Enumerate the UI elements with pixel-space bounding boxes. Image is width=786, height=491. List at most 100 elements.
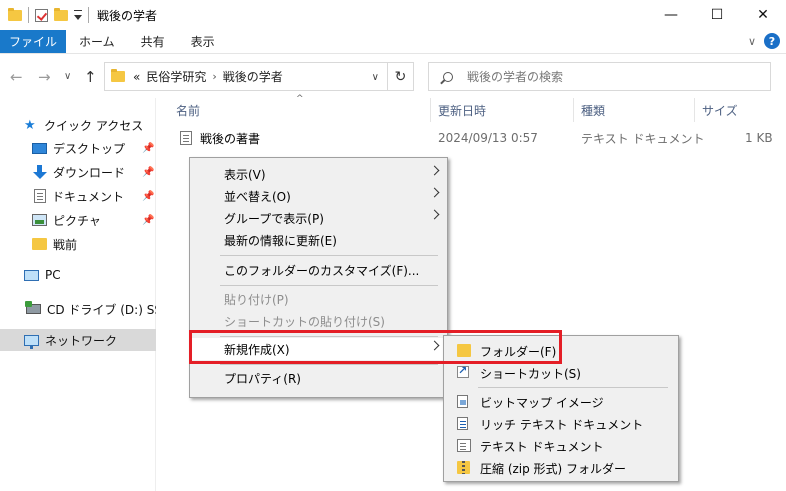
sidebar-item-pictures[interactable]: ピクチャ 📌: [0, 209, 156, 231]
sidebar-item-downloads[interactable]: ダウンロード 📌: [0, 161, 156, 183]
sidebar-item-label: デスクトップ: [53, 141, 126, 156]
column-header-size[interactable]: サイズ: [702, 98, 738, 122]
chevron-right-icon: [429, 165, 440, 176]
shortcut-icon: [457, 364, 469, 378]
submenu-item-new-bitmap[interactable]: ビットマップ イメージ: [445, 391, 677, 413]
submenu-item-label: ショートカット(S): [480, 366, 581, 381]
sidebar-item-quick-access[interactable]: ★ クイック アクセス: [0, 114, 156, 136]
address-dropdown-icon[interactable]: ∨: [372, 72, 379, 83]
file-size: 1 KB: [745, 131, 773, 145]
menu-item-label: プロパティ(R): [224, 371, 301, 386]
column-header-modified[interactable]: 更新日時: [438, 98, 486, 122]
submenu-item-new-folder[interactable]: フォルダー(F): [445, 340, 677, 362]
customize-toolbar-button[interactable]: [74, 10, 82, 20]
navigation-bar: ← → ∨ ↑ « 民俗学研究 › 戦後の学者 ∨ ↻ 戦後の学者の検索: [0, 53, 786, 98]
submenu-item-label: 圧縮 (zip 形式) フォルダー: [480, 461, 627, 476]
star-icon: ★: [24, 117, 36, 133]
folder-icon: [32, 238, 47, 250]
sidebar-item-label: ネットワーク: [45, 333, 118, 348]
search-input[interactable]: 戦後の学者の検索: [467, 68, 563, 85]
search-box[interactable]: 戦後の学者の検索: [428, 62, 771, 91]
file-name-cell[interactable]: 戦後の著書: [180, 127, 260, 149]
menu-item-label: このフォルダーのカスタマイズ(F)...: [224, 263, 420, 278]
new-submenu: フォルダー(F) ショートカット(S) ビットマップ イメージ リッチ テキスト…: [443, 335, 679, 482]
sidebar-item-documents[interactable]: ドキュメント 📌: [0, 185, 156, 207]
tab-home[interactable]: ホーム: [66, 30, 128, 53]
breadcrumb-separator[interactable]: ›: [212, 70, 216, 83]
sidebar-item-senzen[interactable]: 戦前: [0, 233, 156, 255]
menu-item-paste: 貼り付け(P): [191, 288, 446, 310]
breadcrumb-item[interactable]: 戦後の学者: [223, 68, 283, 85]
menu-item-group-by[interactable]: グループで表示(P): [191, 207, 446, 229]
menu-item-new[interactable]: 新規作成(X): [191, 338, 446, 360]
sidebar-item-pc[interactable]: PC: [0, 264, 156, 286]
window-title: 戦後の学者: [97, 8, 158, 23]
menu-item-label: ショートカットの貼り付け(S): [224, 314, 385, 329]
menu-divider: [220, 336, 438, 337]
menu-item-label: 貼り付け(P): [224, 292, 289, 307]
folder-icon: [111, 69, 125, 82]
pin-icon[interactable]: 📌: [142, 143, 154, 154]
column-divider[interactable]: [694, 98, 695, 122]
tab-file[interactable]: ファイル: [0, 30, 67, 53]
quick-access-toolbar: [0, 0, 89, 30]
submenu-item-new-text-document[interactable]: テキスト ドキュメント: [445, 435, 677, 457]
pin-icon[interactable]: 📌: [142, 215, 154, 226]
submenu-item-new-shortcut[interactable]: ショートカット(S): [445, 362, 677, 384]
forward-button[interactable]: →: [38, 68, 51, 86]
folder-icon: [8, 7, 22, 21]
sidebar-item-label: PC: [45, 268, 61, 282]
sidebar-item-desktop[interactable]: デスクトップ 📌: [0, 137, 156, 159]
column-divider[interactable]: [573, 98, 574, 122]
submenu-item-label: リッチ テキスト ドキュメント: [480, 417, 644, 432]
download-icon: [32, 165, 47, 179]
chevron-right-icon: [429, 209, 440, 220]
sidebar-item-label: ドキュメント: [52, 189, 125, 204]
recent-locations-button[interactable]: ∨: [64, 71, 71, 82]
menu-item-paste-shortcut: ショートカットの貼り付け(S): [191, 310, 446, 332]
address-bar[interactable]: « 民俗学研究 › 戦後の学者 ∨: [104, 62, 388, 91]
pin-icon[interactable]: 📌: [142, 167, 154, 178]
back-button[interactable]: ←: [10, 68, 23, 86]
help-icon[interactable]: ?: [764, 33, 780, 49]
close-button[interactable]: ✕: [740, 0, 786, 30]
minimize-button[interactable]: —: [648, 0, 694, 30]
sidebar-item-network[interactable]: ネットワーク: [0, 329, 156, 351]
cd-drive-icon: [25, 301, 41, 314]
menu-item-refresh[interactable]: 最新の情報に更新(E): [191, 229, 446, 251]
text-document-icon: [180, 131, 192, 145]
column-header-name[interactable]: 名前: [176, 98, 200, 122]
submenu-item-new-rich-text[interactable]: リッチ テキスト ドキュメント: [445, 413, 677, 435]
menu-item-view[interactable]: 表示(V): [191, 163, 446, 185]
rich-text-icon: [457, 417, 468, 430]
menu-divider: [220, 364, 438, 365]
up-button[interactable]: ↑: [84, 68, 97, 86]
context-menu: 表示(V) 並べ替え(O) グループで表示(P) 最新の情報に更新(E) このフ…: [189, 157, 448, 398]
pin-icon[interactable]: 📌: [142, 191, 154, 202]
menu-item-properties[interactable]: プロパティ(R): [191, 367, 446, 389]
submenu-item-label: ビットマップ イメージ: [480, 395, 604, 410]
sidebar-item-cd-drive[interactable]: CD ドライブ (D:) SSS_X6: [0, 298, 156, 320]
toolbar-divider: [88, 7, 89, 23]
column-header-type[interactable]: 種類: [581, 98, 605, 122]
column-divider[interactable]: [430, 98, 431, 122]
menu-item-customize-folder[interactable]: このフォルダーのカスタマイズ(F)...: [191, 259, 446, 281]
menu-item-sort[interactable]: 並べ替え(O): [191, 185, 446, 207]
sidebar-item-label: クイック アクセス: [44, 118, 144, 133]
breadcrumb-item[interactable]: 民俗学研究: [146, 68, 206, 85]
properties-icon[interactable]: [35, 8, 48, 22]
pictures-icon: [32, 214, 47, 226]
ribbon-tabs: ファイル ホーム 共有 表示 ∨ ?: [0, 30, 786, 53]
submenu-item-new-zip-folder[interactable]: 圧縮 (zip 形式) フォルダー: [445, 457, 677, 479]
maximize-button[interactable]: ☐: [694, 0, 740, 30]
submenu-item-label: テキスト ドキュメント: [480, 439, 604, 454]
new-folder-icon[interactable]: [54, 7, 68, 21]
breadcrumb-overflow[interactable]: «: [133, 70, 140, 84]
tab-view[interactable]: 表示: [178, 30, 228, 53]
tab-share[interactable]: 共有: [128, 30, 178, 53]
chevron-right-icon: [429, 340, 440, 351]
refresh-button[interactable]: ↻: [388, 62, 414, 91]
search-icon: [443, 71, 453, 82]
toolbar-divider: [28, 7, 29, 23]
expand-ribbon-icon[interactable]: ∨: [748, 35, 756, 48]
